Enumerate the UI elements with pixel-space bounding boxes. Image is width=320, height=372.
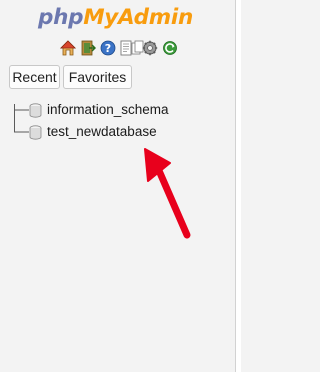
database-icon (29, 103, 42, 118)
phpmyadmin-logo[interactable]: phpMyAdmin (38, 2, 208, 34)
settings-icon[interactable] (142, 40, 158, 56)
database-item-information-schema[interactable]: information_schema (47, 101, 169, 119)
logo-myadmin: MyAdmin (83, 5, 193, 30)
exit-icon[interactable] (80, 40, 96, 56)
database-icon (29, 125, 42, 140)
home-icon[interactable] (60, 40, 76, 56)
database-item-test-newdatabase[interactable]: test_newdatabase (47, 123, 157, 141)
logo-php: php (38, 5, 84, 30)
database-tree: information_schema test_newdatabase (0, 98, 235, 148)
tab-recent[interactable]: Recent (9, 65, 60, 89)
svg-text:?: ? (105, 42, 111, 55)
red-arrow-annotation (144, 148, 191, 239)
right-scroll-edge (235, 0, 241, 372)
help-icon[interactable]: ? (100, 40, 116, 56)
tab-favorites[interactable]: Favorites (63, 65, 132, 89)
reload-icon[interactable] (162, 40, 178, 56)
